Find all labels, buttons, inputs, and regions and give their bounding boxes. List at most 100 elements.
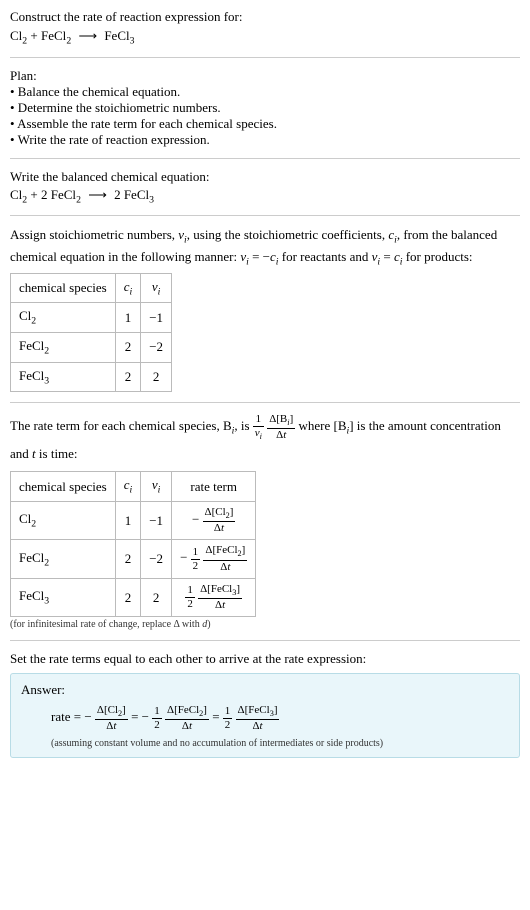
stoich-eq2-mid: = xyxy=(380,249,394,264)
stoich-r2-name: FeCl xyxy=(19,338,44,353)
rate-frac1-nu-sub: i xyxy=(260,432,262,441)
rate-h3-sub: i xyxy=(158,485,161,496)
ans-eq2: = xyxy=(212,709,223,724)
rate-r2-c: 2 xyxy=(115,540,141,578)
divider-5 xyxy=(10,640,520,641)
ans-frac-fecl2: Δ[FeCl2] Δt xyxy=(165,705,209,732)
ans-half2-d: 2 xyxy=(223,719,233,731)
eq1-fecl2: FeCl xyxy=(41,28,66,43)
rate-frac2-den: Δt xyxy=(267,429,295,441)
table-row: FeCl3 2 2 xyxy=(11,362,172,392)
answer-label: Answer: xyxy=(21,682,509,698)
ans-half-2: 1 2 xyxy=(223,706,233,731)
eq1-fecl2-sub: 2 xyxy=(66,36,71,47)
answer-note: (assuming constant volume and no accumul… xyxy=(21,738,509,749)
rate-h3: νi xyxy=(141,472,172,502)
stoich-r1-sp: Cl2 xyxy=(11,303,116,333)
rate-r1-dc: Δ[Cl xyxy=(205,506,226,518)
divider-1 xyxy=(10,57,520,58)
rate-frac2-num: Δ[Bi] xyxy=(267,414,295,429)
rate-r3-frac: Δ[FeCl3] Δt xyxy=(198,584,242,611)
rate-frac1-den: νi xyxy=(253,427,264,441)
ans-fecl2-den: Δt xyxy=(165,720,209,732)
eq2-fecl2-sub: 2 xyxy=(76,194,81,205)
ans-fecl3-den: Δt xyxy=(236,720,280,732)
stoich-h1: chemical species xyxy=(11,273,116,303)
stoich-intro: Assign stoichiometric numbers, νi, using… xyxy=(10,226,520,268)
answer-expression: rate = − Δ[Cl2] Δt = − 1 2 Δ[FeCl2] Δt =… xyxy=(21,704,509,732)
eq1-plus: + xyxy=(27,28,41,43)
eq1-arrow: ⟶ xyxy=(78,28,97,44)
eq2-fecl3: FeCl xyxy=(124,187,149,202)
eq1-fecl3: FeCl xyxy=(104,28,129,43)
ans-half2-n: 1 xyxy=(223,706,233,719)
plan-bullet-4: • Write the rate of reaction expression. xyxy=(10,132,520,148)
rate-r1-name: Cl xyxy=(19,511,31,526)
ans-fecl2-t: t xyxy=(189,720,192,732)
rate-r3-br: ] xyxy=(236,583,240,595)
plan-bullet-1: • Balance the chemical equation. xyxy=(10,84,520,100)
rate-r2-half-d: 2 xyxy=(191,560,201,572)
stoich-h3-sub: i xyxy=(158,286,161,297)
stoich-r3-name: FeCl xyxy=(19,368,44,383)
ans-frac-cl2: Δ[Cl2] Δt xyxy=(95,705,128,732)
stoich-r2-sp: FeCl2 xyxy=(11,333,116,363)
eq1-fecl3-sub: 3 xyxy=(130,36,135,47)
rate-h2-sub: i xyxy=(130,485,133,496)
eq2-fecl3-sub: 3 xyxy=(149,194,154,205)
stoich-r3-n: 2 xyxy=(141,362,172,392)
rate-r1-sp: Cl2 xyxy=(11,501,116,539)
stoich-r3-sp: FeCl3 xyxy=(11,362,116,392)
unbalanced-equation: Cl2 + FeCl2 ⟶ FeCl3 xyxy=(10,28,520,47)
rate-r2-sp: FeCl2 xyxy=(11,540,116,578)
rate-r2-n: −2 xyxy=(141,540,172,578)
neg-sign: − xyxy=(180,550,187,565)
rate-r1-term: − Δ[Cl2] Δt xyxy=(172,501,256,539)
ans-frac-fecl3: Δ[FeCl3] Δt xyxy=(236,705,280,732)
ans-fecl3-br: ] xyxy=(274,704,278,716)
ans-fecl3-num: Δ[FeCl3] xyxy=(236,705,280,720)
balanced-section: Write the balanced chemical equation: Cl… xyxy=(10,169,520,206)
plan-bullet-2: • Determine the stoichiometric numbers. xyxy=(10,100,520,116)
rate-intro-c: where [B xyxy=(298,418,346,433)
rate-h2: ci xyxy=(115,472,141,502)
rate-r3-num: Δ[FeCl3] xyxy=(198,584,242,599)
rate-r1-sub: 2 xyxy=(31,519,36,530)
rate-r1-den: Δt xyxy=(203,522,236,534)
stoich-r1-name: Cl xyxy=(19,308,31,323)
rate-r3-c: 2 xyxy=(115,578,141,616)
ans-cl2-br: ] xyxy=(122,704,126,716)
rate-r1-num: Δ[Cl2] xyxy=(203,507,236,522)
rate-r1-frac: Δ[Cl2] Δt xyxy=(203,507,236,534)
table-row: Cl2 1 −1 − Δ[Cl2] Δt xyxy=(11,501,256,539)
ans-cl2-den: Δt xyxy=(95,720,128,732)
table-row: FeCl2 2 −2 − 1 2 Δ[FeCl2] Δt xyxy=(11,540,256,578)
rate-intro-e: is time: xyxy=(36,446,78,461)
rate-r2-half: 1 2 xyxy=(191,547,201,572)
rate-r3-half: 1 2 xyxy=(185,585,195,610)
divider-4 xyxy=(10,402,520,403)
stoich-section: Assign stoichiometric numbers, νi, using… xyxy=(10,226,520,392)
rate-r1-dd: Δ xyxy=(214,522,221,534)
rate-r3-den: Δt xyxy=(198,599,242,611)
ans-fecl2-dd: Δ xyxy=(182,720,189,732)
stoich-r2-n: −2 xyxy=(141,333,172,363)
rate-r1-c: 1 xyxy=(115,501,141,539)
plan-bullet-3: • Assemble the rate term for each chemic… xyxy=(10,116,520,132)
ans-fecl3-t: t xyxy=(260,720,263,732)
rate-r2-br: ] xyxy=(242,544,246,556)
rate-r2-den: Δt xyxy=(203,561,247,573)
stoich-r1-n: −1 xyxy=(141,303,172,333)
rate-frac2-bb: [B xyxy=(276,413,287,425)
rate-intro-a: The rate term for each chemical species,… xyxy=(10,418,232,433)
stoich-r3-sub: 3 xyxy=(44,375,49,386)
table-row: chemical species ci νi rate term xyxy=(11,472,256,502)
answer-box: Answer: rate = − Δ[Cl2] Δt = − 1 2 Δ[FeC… xyxy=(10,673,520,758)
rate-h1: chemical species xyxy=(11,472,116,502)
rate-frac-2: Δ[Bi] Δt xyxy=(267,414,295,441)
balanced-equation: Cl2 + 2 FeCl2 ⟶ 2 FeCl3 xyxy=(10,187,520,206)
rate-r3-dt: t xyxy=(222,599,225,611)
stoich-intro-a: Assign stoichiometric numbers, xyxy=(10,227,178,242)
rate-r3-term: 1 2 Δ[FeCl3] Δt xyxy=(172,578,256,616)
rate-r2-term: − 1 2 Δ[FeCl2] Δt xyxy=(172,540,256,578)
